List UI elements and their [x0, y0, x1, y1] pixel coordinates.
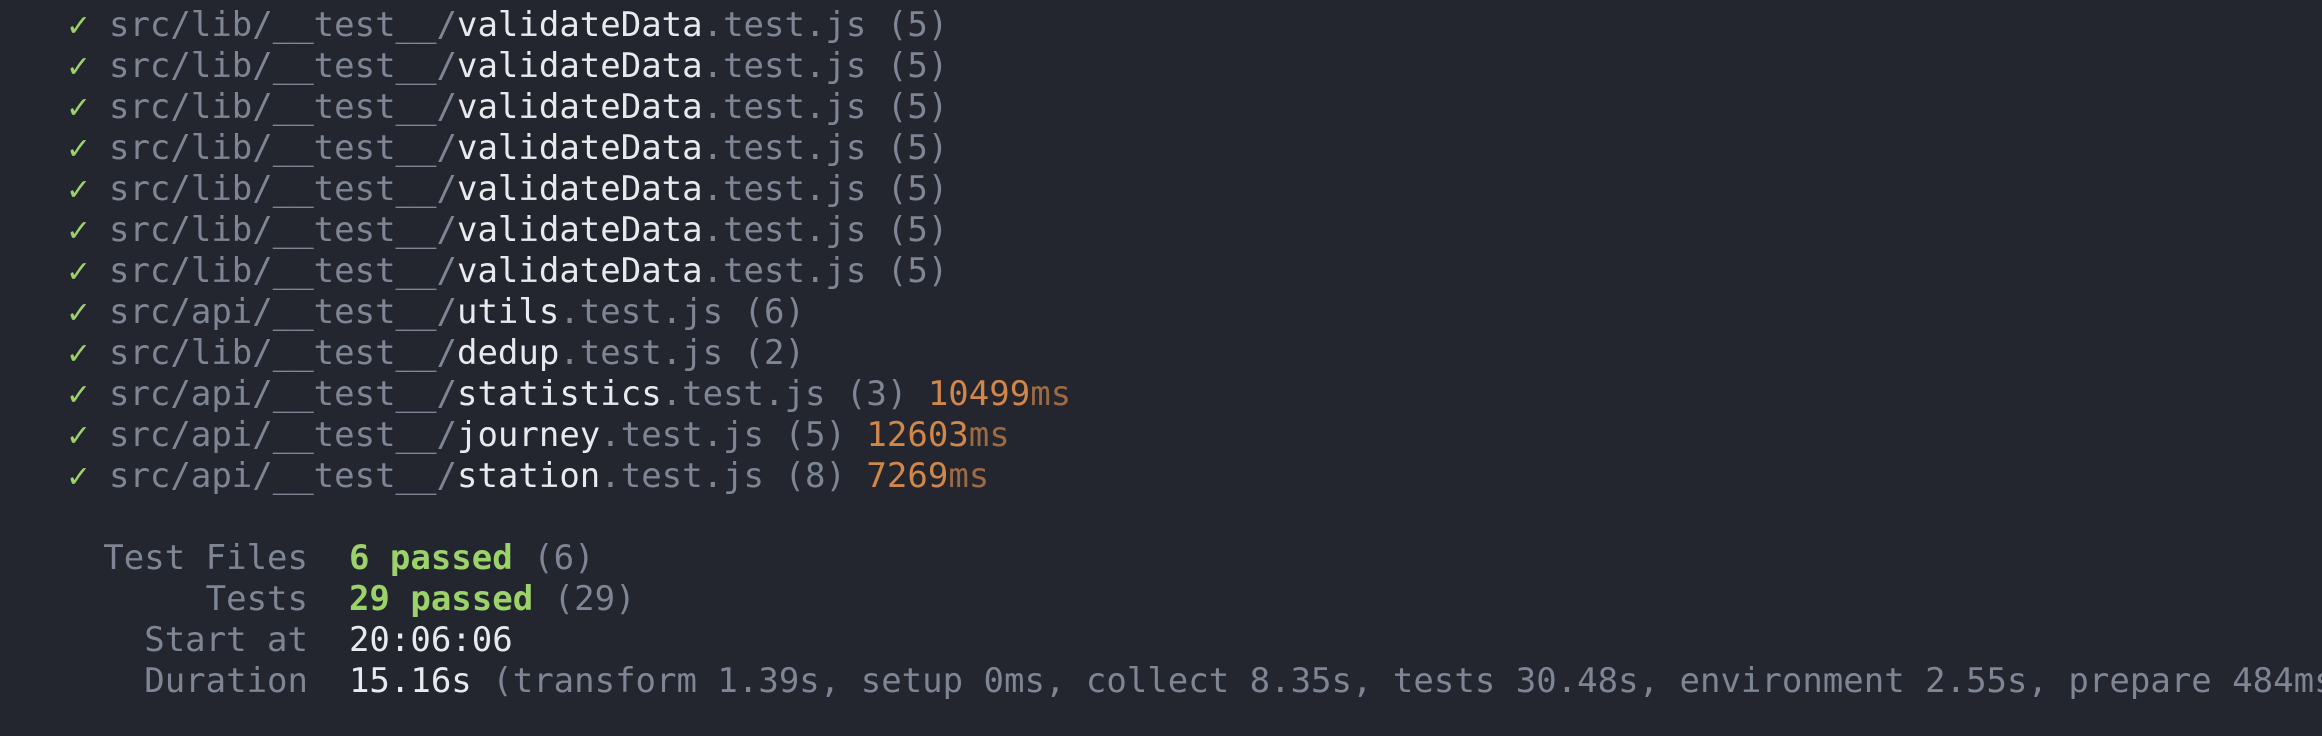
test-file-path: src/lib/__test__/ [108, 5, 457, 45]
test-file-ext: .test.js [702, 251, 867, 291]
test-file-name: statistics [456, 374, 662, 414]
test-file-ext: .test.js [702, 5, 867, 45]
test-file-path: src/lib/__test__/ [108, 210, 457, 250]
test-count: (5) [886, 87, 949, 127]
check-icon: ✓ [68, 415, 89, 455]
total-duration: 15.16s [348, 661, 472, 701]
test-count: (3) [845, 374, 908, 414]
test-result-row: ✓ src/api/__test__/utils.test.js (6) [68, 292, 2322, 333]
test-result-row: ✓ src/lib/__test__/validateData.test.js … [68, 169, 2322, 210]
test-file-name: validateData [456, 210, 703, 250]
summary-label: Duration [144, 661, 308, 701]
check-icon: ✓ [68, 251, 89, 291]
test-file-path: src/api/__test__/ [108, 374, 457, 414]
test-result-row: ✓ src/api/__test__/statistics.test.js (3… [68, 374, 2322, 415]
summary-test-files: Test Files 6 passed (6) [68, 538, 2322, 579]
test-result-row: ✓ src/api/__test__/station.test.js (8) 7… [68, 456, 2322, 497]
test-count: (5) [886, 251, 949, 291]
terminal-output: ✓ src/lib/__test__/validateData.test.js … [0, 0, 2322, 736]
check-icon: ✓ [68, 87, 89, 127]
total-count: (6) [533, 538, 595, 578]
test-file-path: src/api/__test__/ [108, 456, 457, 496]
test-file-path: src/lib/__test__/ [108, 87, 457, 127]
test-count: (5) [886, 5, 949, 45]
check-icon: ✓ [68, 456, 89, 496]
check-icon: ✓ [68, 169, 89, 209]
test-count: (6) [743, 292, 805, 332]
test-file-ext: .test.js [661, 374, 826, 414]
test-file-name: validateData [456, 46, 703, 86]
test-file-ext: .test.js [702, 210, 867, 250]
test-count: (8) [784, 456, 846, 496]
test-file-ext: .test.js [702, 46, 867, 86]
test-duration: 12603 [866, 415, 969, 455]
test-file-path: src/lib/__test__/ [108, 46, 457, 86]
test-file-name: utils [456, 292, 560, 332]
test-result-row: ✓ src/lib/__test__/validateData.test.js … [68, 87, 2322, 128]
check-icon: ✓ [68, 5, 89, 45]
test-count: (5) [886, 128, 949, 168]
test-file-ext: .test.js [559, 333, 724, 373]
test-result-row: ✓ src/lib/__test__/validateData.test.js … [68, 251, 2322, 292]
test-count: (5) [886, 169, 949, 209]
test-result-row: ✓ src/api/__test__/journey.test.js (5) 1… [68, 415, 2322, 456]
check-icon: ✓ [68, 333, 89, 373]
summary-label: Tests [205, 579, 308, 619]
test-file-ext: .test.js [559, 292, 724, 332]
test-duration: 10499 [927, 374, 1031, 414]
test-summary: Test Files 6 passed (6) Tests 29 passed … [68, 538, 2322, 702]
test-file-ext: .test.js [702, 87, 867, 127]
summary-tests: Tests 29 passed (29) [68, 579, 2322, 620]
summary-label: Start at [144, 620, 308, 660]
summary-start-at: Start at 20:06:06 [68, 620, 2322, 661]
test-file-path: src/lib/__test__/ [108, 333, 457, 373]
duration-breakdown: (transform 1.39s, setup 0ms, collect 8.3… [492, 661, 2322, 701]
test-file-path: src/api/__test__/ [108, 292, 457, 332]
test-file-ext: .test.js [600, 415, 765, 455]
test-file-path: src/lib/__test__/ [108, 128, 457, 168]
test-result-list: ✓ src/lib/__test__/validateData.test.js … [68, 5, 2322, 497]
test-file-ext: .test.js [702, 169, 867, 209]
test-file-ext: .test.js [702, 128, 867, 168]
test-result-row: ✓ src/lib/__test__/validateData.test.js … [68, 46, 2322, 87]
test-file-name: validateData [456, 128, 703, 168]
summary-duration: Duration 15.16s (transform 1.39s, setup … [68, 661, 2322, 702]
test-file-name: station [456, 456, 601, 496]
test-result-row: ✓ src/lib/__test__/validateData.test.js … [68, 210, 2322, 251]
total-count: (29) [553, 579, 636, 619]
check-icon: ✓ [68, 374, 89, 414]
test-file-name: validateData [456, 5, 703, 45]
start-time: 20:06:06 [348, 620, 513, 660]
test-file-path: src/lib/__test__/ [108, 251, 457, 291]
test-file-ext: .test.js [600, 456, 765, 496]
passed-count: 6 passed [348, 538, 513, 578]
test-count: (5) [886, 46, 949, 86]
summary-label: Test Files [103, 538, 308, 578]
test-count: (5) [886, 210, 949, 250]
test-file-name: validateData [456, 87, 703, 127]
check-icon: ✓ [68, 210, 89, 250]
test-count: (5) [784, 415, 846, 455]
test-duration-unit: ms [1030, 374, 1072, 414]
test-duration-unit: ms [968, 415, 1010, 455]
check-icon: ✓ [68, 46, 89, 86]
test-file-path: src/api/__test__/ [108, 415, 457, 455]
test-file-name: validateData [456, 169, 703, 209]
passed-count: 29 passed [348, 579, 534, 619]
test-file-name: journey [456, 415, 601, 455]
test-result-row: ✓ src/lib/__test__/validateData.test.js … [68, 5, 2322, 46]
check-icon: ✓ [68, 292, 89, 332]
check-icon: ✓ [68, 128, 89, 168]
test-file-name: validateData [456, 251, 703, 291]
test-result-row: ✓ src/lib/__test__/validateData.test.js … [68, 128, 2322, 169]
test-file-name: dedup [456, 333, 560, 373]
test-count: (2) [743, 333, 805, 373]
test-duration: 7269 [866, 456, 949, 496]
test-file-path: src/lib/__test__/ [108, 169, 457, 209]
test-result-row: ✓ src/lib/__test__/dedup.test.js (2) [68, 333, 2322, 374]
test-duration-unit: ms [948, 456, 990, 496]
